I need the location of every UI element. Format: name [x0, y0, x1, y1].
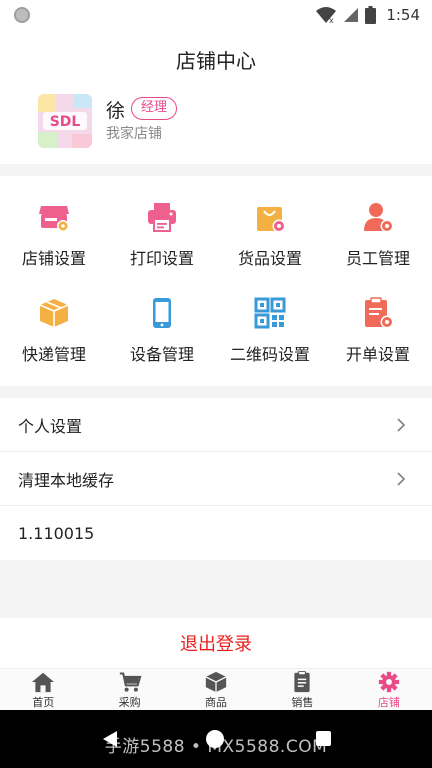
bottom-tab-bar: 首页 采购 商品 销售 店铺 [0, 668, 432, 710]
status-icons: x 1:54 [315, 4, 420, 26]
tile-express-management[interactable]: 快递管理 [0, 272, 108, 372]
divider [0, 164, 432, 176]
tile-store-settings[interactable]: 店铺设置 [0, 176, 108, 276]
tile-staff-management[interactable]: 员工管理 [324, 176, 432, 276]
tile-device-management[interactable]: 设备管理 [108, 272, 216, 372]
signal-icon [344, 8, 359, 22]
menu-item-personal-settings[interactable]: 个人设置 [0, 398, 432, 452]
version-row: 1.110015 [0, 506, 432, 560]
tab-sales[interactable]: 销售 [259, 669, 345, 710]
tab-store[interactable]: 店铺 [346, 669, 432, 710]
status-time: 1:54 [386, 6, 420, 24]
wifi-icon: x [316, 7, 337, 24]
home-icon [32, 672, 55, 693]
tile-label: 员工管理 [345, 249, 410, 268]
svg-text:SDL: SDL [50, 114, 81, 130]
tile-goods-settings[interactable]: 货品设置 [216, 176, 324, 276]
tile-qrcode-settings[interactable]: 二维码设置 [216, 272, 324, 372]
tile-label: 快递管理 [21, 345, 86, 364]
tab-label: 首页 [32, 696, 55, 709]
tab-label: 销售 [291, 696, 314, 709]
logout-button[interactable]: 退出登录 [0, 618, 432, 668]
avatar[interactable]: SDL [38, 94, 92, 148]
qr-code-icon [254, 297, 286, 329]
tab-home[interactable]: 首页 [0, 669, 86, 710]
shop-name: 我家店铺 [106, 126, 162, 142]
battery-icon [365, 6, 377, 24]
tile-label: 设备管理 [129, 345, 194, 364]
tab-label: 商品 [205, 696, 228, 709]
settings-menu: 个人设置 清理本地缓存 1.110015 [0, 398, 432, 560]
tile-label: 店铺设置 [21, 249, 86, 268]
svg-text:x: x [329, 16, 334, 24]
role-badge: 经理 [131, 97, 178, 120]
tile-print-settings[interactable]: 打印设置 [108, 176, 216, 276]
tile-label: 货品设置 [237, 249, 302, 268]
chevron-right-icon [397, 418, 406, 432]
watermark: 手游5588 • MX5588.COM [104, 737, 328, 757]
tab-products[interactable]: 商品 [173, 669, 259, 710]
printer-icon [148, 203, 176, 232]
chevron-right-icon [397, 472, 406, 486]
store-settings-icon [39, 206, 69, 232]
tab-label: 采购 [118, 696, 141, 709]
version-text: 1.110015 [18, 523, 95, 543]
staff-icon [364, 203, 394, 233]
divider [0, 386, 432, 398]
tab-label: 店铺 [377, 696, 400, 709]
tile-label: 二维码设置 [229, 345, 310, 364]
tile-label: 开单设置 [345, 345, 410, 364]
settings-grid: 店铺设置 打印设置 货品设置 员工管理 快递管理 设备管理 二维码设置 开单设置 [0, 176, 432, 386]
order-clipboard-icon [365, 297, 394, 329]
cube-icon [205, 671, 227, 693]
divider [0, 560, 432, 618]
tile-order-settings[interactable]: 开单设置 [324, 272, 432, 372]
page-header: 店铺中心 [0, 30, 432, 88]
menu-item-label: 个人设置 [18, 416, 83, 436]
user-name: 徐 [106, 100, 126, 122]
clipboard-icon [294, 671, 311, 693]
page-title: 店铺中心 [176, 48, 256, 73]
gear-icon [378, 671, 399, 693]
tile-label: 打印设置 [129, 249, 194, 268]
circle-notification-icon [14, 7, 30, 23]
menu-item-clear-cache[interactable]: 清理本地缓存 [0, 452, 432, 506]
tab-purchase[interactable]: 采购 [86, 669, 172, 710]
goods-bag-icon [257, 207, 286, 233]
system-nav-bar: 手游5588 • MX5588.COM [0, 710, 432, 768]
profile-section: SDL 徐 经理 我家店铺 [0, 88, 432, 164]
menu-item-label: 清理本地缓存 [18, 470, 115, 490]
express-box-icon [39, 299, 69, 327]
status-bar: x 1:54 [0, 0, 432, 30]
phone-device-icon [153, 298, 171, 328]
cart-icon [119, 672, 142, 692]
